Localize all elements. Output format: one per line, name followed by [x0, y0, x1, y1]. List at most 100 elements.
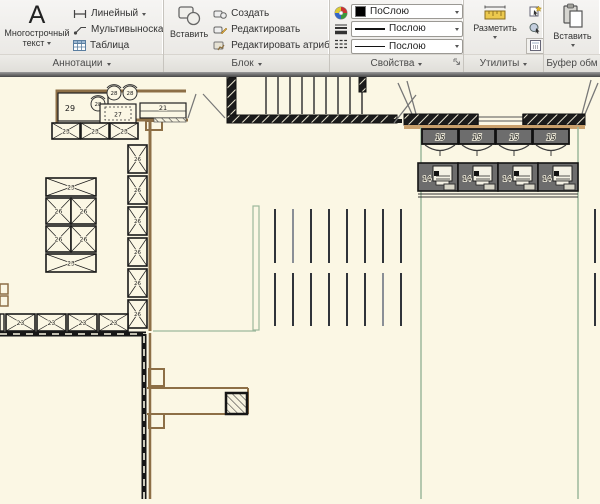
svg-text:26: 26 — [134, 219, 141, 225]
desk-block: 14 — [498, 163, 538, 191]
lineweight-icon[interactable] — [334, 23, 348, 35]
svg-text:23: 23 — [91, 129, 99, 136]
object-color-combo[interactable]: ПоСлою — [351, 4, 463, 19]
object-color-value: ПоСлою — [370, 6, 409, 17]
svg-text:15: 15 — [435, 133, 445, 142]
hatched-wall-bottom — [227, 115, 397, 123]
table-cell: 26 — [128, 207, 147, 235]
paste-clipboard-icon — [561, 3, 585, 31]
create-block-label: Создать — [231, 8, 269, 19]
mtext-button[interactable]: A Многострочный текст — [4, 2, 70, 54]
linetype-combo-caret[interactable] — [455, 45, 459, 50]
properties-dialog-launcher-icon[interactable] — [453, 58, 461, 69]
insert-block-icon — [176, 3, 202, 29]
properties-panel-label[interactable]: Свойства — [330, 54, 463, 72]
drawing-canvas[interactable]: 29 28 28 28 27 21 23 23 23 26 26 26 26 2… — [0, 77, 600, 499]
svg-text:28: 28 — [111, 91, 118, 97]
calculator-button[interactable] — [526, 38, 543, 54]
svg-text:14: 14 — [543, 175, 552, 183]
paste-button[interactable]: Вставить — [548, 2, 597, 54]
hatched-wall-right-b — [523, 114, 585, 125]
table-button[interactable]: Таблица — [73, 38, 163, 53]
svg-text:15: 15 — [509, 133, 519, 142]
linetype-icon[interactable] — [334, 38, 348, 50]
table-cell: 26 — [46, 226, 71, 252]
panel-properties: ПоСлою Послою Послою Сво — [330, 0, 464, 72]
linear-dimension-button[interactable]: Линейный — [73, 6, 163, 21]
svg-text:26: 26 — [134, 312, 141, 318]
table-cell: 23 — [68, 314, 97, 331]
panel-utilities: Разметить Утилиты — [464, 0, 544, 72]
clipboard-panel-label[interactable]: Буфер обм — [544, 54, 600, 72]
mtext-label-line1: Многострочный — [4, 28, 69, 38]
floor-plan[interactable]: 29 28 28 28 27 21 23 23 23 26 26 26 26 2… — [0, 77, 600, 499]
lineweight-combo-caret[interactable] — [455, 28, 459, 33]
edit-attributes-button[interactable]: Редактировать атрибуты — [213, 38, 329, 53]
create-block-button[interactable]: Создать — [213, 6, 329, 21]
svg-text:26: 26 — [80, 237, 88, 244]
paste-dropdown-caret[interactable] — [571, 44, 575, 49]
svg-text:23: 23 — [62, 129, 70, 136]
desk-block: 14 — [458, 163, 498, 191]
panel-annotations: A Многострочный текст Линейный — [0, 0, 164, 72]
table-row-top[interactable]: 23 23 23 — [52, 123, 138, 139]
multileader-button[interactable]: Мультивыноска — [73, 22, 163, 37]
svg-text:26: 26 — [55, 237, 63, 244]
svg-text:26: 26 — [134, 250, 141, 256]
table-cell: 23 — [6, 314, 35, 331]
svg-text:23: 23 — [17, 320, 25, 327]
table-cell: 26 — [128, 238, 147, 266]
table-cell: 23 — [99, 314, 128, 331]
linear-dimension-label: Линейный — [91, 8, 138, 19]
hatched-wall-right-a — [404, 114, 478, 125]
lineweight-combo[interactable]: Послою — [351, 21, 463, 36]
desk-block: 14 — [418, 163, 458, 191]
svg-text:15: 15 — [546, 133, 556, 142]
cabinet-27[interactable]: 27 — [100, 104, 136, 123]
table-icon — [73, 40, 86, 51]
table-cell: 26 — [128, 145, 147, 173]
svg-text:26: 26 — [134, 281, 141, 287]
table-cell: 23 — [81, 123, 109, 139]
table-cell: 26 — [128, 269, 147, 297]
svg-text:27: 27 — [114, 112, 122, 119]
table-label: Таблица — [90, 40, 129, 51]
calculator-icon — [530, 40, 541, 51]
measure-button[interactable]: Разметить — [468, 2, 522, 54]
svg-text:26: 26 — [134, 188, 141, 194]
linear-dropdown-caret[interactable] — [142, 13, 146, 18]
svg-text:15: 15 — [472, 133, 482, 142]
block-panel-label[interactable]: Блок — [164, 54, 329, 72]
table-cell: 26 — [128, 300, 147, 328]
multileader-label: Мультивыноска — [91, 24, 163, 35]
linetype-value: Послою — [389, 41, 426, 52]
quick-calc-button[interactable] — [526, 20, 543, 36]
linetype-sample — [355, 46, 385, 47]
annotations-panel-label[interactable]: Аннотации — [0, 54, 163, 72]
edit-block-label: Редактировать — [231, 24, 300, 35]
table-cell: 26 — [71, 198, 96, 224]
multileader-icon — [73, 25, 87, 35]
color-combo-caret[interactable] — [455, 11, 459, 16]
utilities-panel-label[interactable]: Утилиты — [464, 54, 543, 72]
mtext-dropdown-caret[interactable] — [47, 42, 51, 47]
svg-text:23: 23 — [67, 261, 75, 268]
color-swatch — [355, 6, 366, 17]
lineweight-sample — [355, 28, 385, 30]
color-wheel-icon[interactable] — [334, 6, 348, 20]
table-row-bottom[interactable]: 23 23 23 23 — [0, 314, 128, 331]
svg-text:26: 26 — [134, 157, 141, 163]
svg-text:14: 14 — [463, 175, 472, 183]
svg-text:23: 23 — [67, 185, 75, 192]
measure-dropdown-caret[interactable] — [493, 36, 497, 41]
quick-select-button[interactable] — [526, 3, 543, 19]
insert-block-button[interactable]: Вставить — [168, 2, 210, 54]
edit-block-button[interactable]: Редактировать — [213, 22, 329, 37]
column-hatched[interactable] — [226, 393, 247, 414]
paste-label: Вставить — [553, 31, 591, 41]
linetype-combo[interactable]: Послою — [351, 39, 463, 54]
svg-text:23: 23 — [48, 320, 56, 327]
svg-text:29: 29 — [65, 104, 75, 113]
svg-text:23: 23 — [120, 129, 128, 136]
ribbon: A Многострочный текст Линейный — [0, 0, 600, 72]
